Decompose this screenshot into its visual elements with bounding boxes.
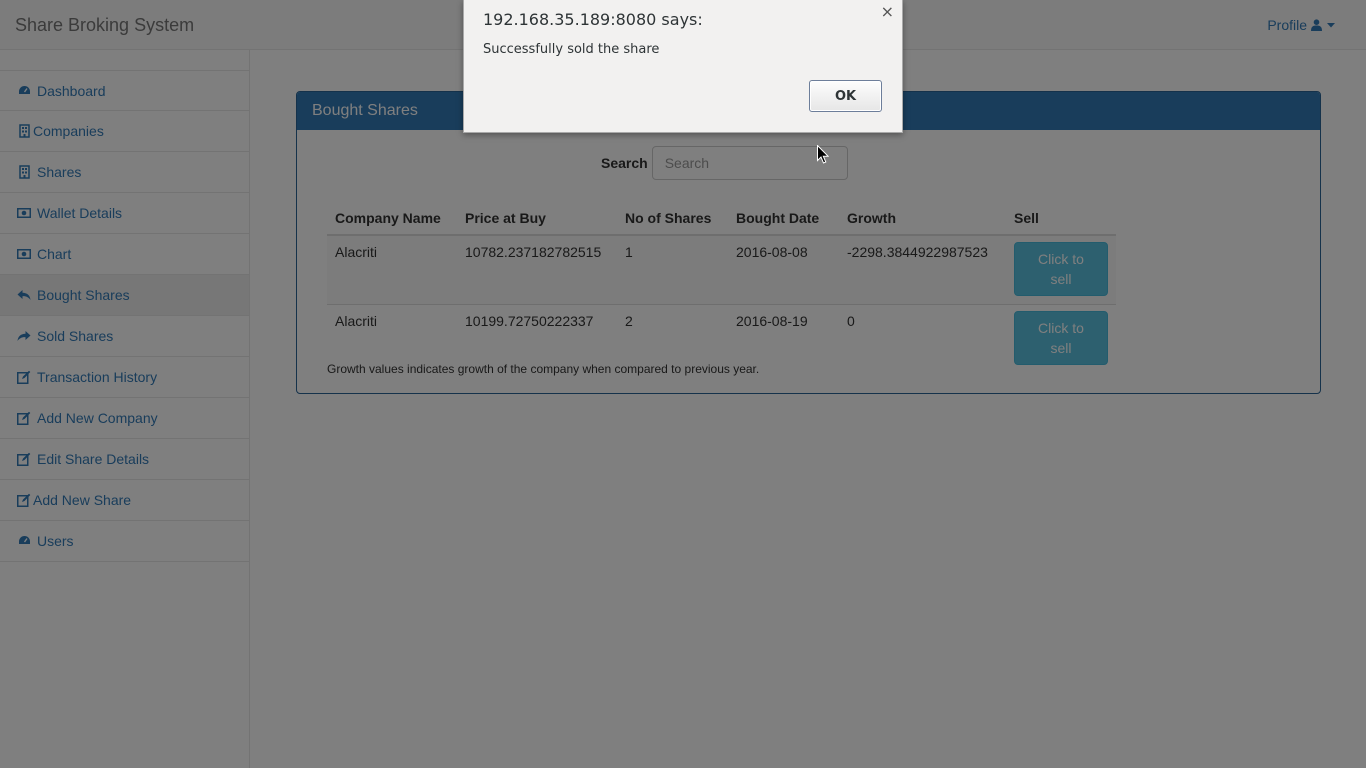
ok-button[interactable]: OK	[809, 80, 882, 112]
dialog-message: Successfully sold the share	[483, 42, 660, 57]
close-icon[interactable]: ×	[881, 2, 894, 21]
alert-dialog: 192.168.35.189:8080 says: × Successfully…	[463, 0, 903, 133]
dialog-title: 192.168.35.189:8080 says:	[483, 10, 703, 29]
mouse-cursor-icon	[817, 144, 830, 167]
